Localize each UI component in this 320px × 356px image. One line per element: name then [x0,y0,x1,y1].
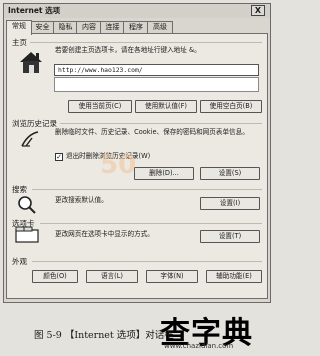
magnifier-icon [16,195,38,215]
history-icon [18,128,44,152]
tab-general[interactable]: 常规 [6,20,32,35]
search-description: 更改搜索默认值。 [55,196,108,204]
use-default-button[interactable]: 使用默认值(F) [135,100,197,113]
house-icon [16,49,46,75]
tabs-settings-button[interactable]: 设置(T) [200,230,260,243]
colors-button[interactable]: 颜色(O) [32,270,78,283]
homepage-address-input[interactable]: http://www.hao123.com/ [54,64,259,76]
site-url: www.chazidian.com [164,342,234,350]
use-current-button[interactable]: 使用当前页(C) [68,100,132,113]
search-settings-button[interactable]: 设置(I) [200,197,260,210]
homepage-address-box[interactable] [54,77,259,92]
appearance-heading: 外观 [12,257,27,266]
close-button[interactable]: X [251,5,265,16]
search-divider [32,189,262,190]
tabs-divider [40,223,262,224]
tabs-description: 更改网页在选项卡中显示的方式。 [55,230,154,238]
dialog-title: Internet 选项 [8,6,61,15]
tabs-icon [14,226,40,244]
delete-history-button[interactable]: 删除(D)... [134,167,194,180]
home-heading: 主页 [12,38,27,47]
languages-button[interactable]: 语言(L) [86,270,138,283]
use-blank-button[interactable]: 使用空白页(B) [200,100,262,113]
figure-caption: 图 5-9 【Internet 选项】对话框 [34,330,174,341]
delete-on-exit-checkbox[interactable]: ✓ [55,153,63,161]
history-divider [60,123,262,124]
home-description: 若要创建主页选项卡，请在各地址行键入地址 &。 [55,46,201,54]
fonts-button[interactable]: 字体(N) [146,270,198,283]
accessibility-button[interactable]: 辅助功能(E) [206,270,262,283]
faint-watermark: 50 [100,150,137,180]
search-heading: 搜索 [12,185,27,194]
home-divider [30,42,262,43]
tab-strip: 常规 安全 隐私 内容 连接 程序 高级 [6,20,268,35]
history-settings-button[interactable]: 设置(S) [200,167,260,180]
appearance-divider [32,261,262,262]
history-description: 删除临时文件、历史记录、Cookie、保存的密码和网页表单信息。 [55,128,249,136]
